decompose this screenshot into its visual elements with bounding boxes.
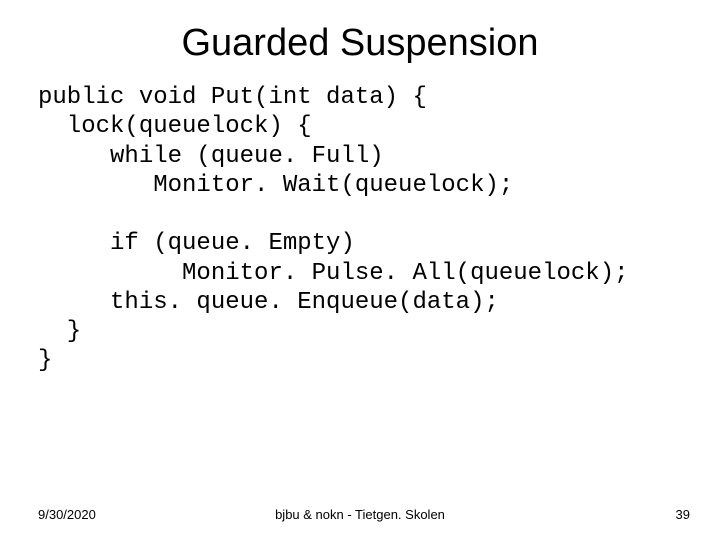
code-line: } <box>38 318 81 345</box>
code-line: Monitor. Wait(queuelock); <box>38 172 513 199</box>
code-line: } <box>38 347 52 374</box>
code-line: lock(queuelock) { <box>38 113 312 140</box>
code-block: public void Put(int data) { lock(queuelo… <box>0 83 720 376</box>
footer-center: bjbu & nokn - Tietgen. Skolen <box>0 507 720 522</box>
code-line: while (queue. Full) <box>38 143 384 170</box>
code-line: Monitor. Pulse. All(queuelock); <box>38 260 629 287</box>
code-line: this. queue. Enqueue(data); <box>38 289 499 316</box>
slide-title: Guarded Suspension <box>0 0 720 83</box>
code-line: if (queue. Empty) <box>38 230 355 257</box>
footer-page-number: 39 <box>676 507 690 522</box>
code-line: public void Put(int data) { <box>38 84 427 111</box>
slide: Guarded Suspension public void Put(int d… <box>0 0 720 540</box>
